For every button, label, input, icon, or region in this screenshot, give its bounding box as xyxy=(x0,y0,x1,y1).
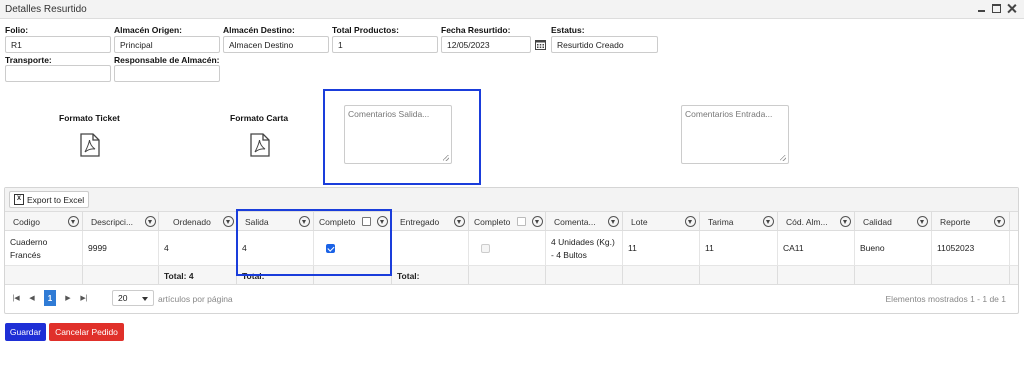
almacen-destino-label: Almacén Destino: xyxy=(223,25,295,35)
column-header-tarima[interactable]: Tarima xyxy=(700,212,778,231)
footer-cell xyxy=(5,266,83,285)
almacen-origen-field[interactable]: Principal xyxy=(114,36,220,53)
calendar-icon[interactable] xyxy=(533,36,547,53)
minimize-icon[interactable] xyxy=(977,4,986,13)
column-header-lote[interactable]: Lote xyxy=(623,212,700,231)
column-header-calidad[interactable]: Calidad xyxy=(855,212,932,231)
total-productos-label: Total Productos: xyxy=(332,25,399,35)
transporte-label: Transporte: xyxy=(5,55,52,65)
pager-summary: Elementos mostrados 1 - 1 de 1 xyxy=(885,294,1006,304)
excel-icon: X xyxy=(14,194,24,205)
filter-icon[interactable] xyxy=(454,216,465,227)
cancelar-pedido-button[interactable]: Cancelar Pedido xyxy=(49,323,124,341)
last-page-icon[interactable]: ▶| xyxy=(78,290,90,306)
total-productos-field[interactable]: 1 xyxy=(332,36,438,53)
almacen-origen-label: Almacén Origen: xyxy=(114,25,183,35)
fecha-resurtido-field[interactable]: 12/05/2023 xyxy=(441,36,531,53)
cell-reporte: 11052023 xyxy=(932,231,1010,266)
per-page-label: artículos por página xyxy=(158,294,233,304)
page-size-select[interactable]: 20 xyxy=(112,290,154,306)
filter-icon[interactable] xyxy=(917,216,928,227)
grid-toolbar: X Export to Excel xyxy=(5,188,1018,212)
footer-cell xyxy=(83,266,159,285)
column-header-codigo[interactable]: Codigo xyxy=(5,212,83,231)
window-titlebar: Detalles Resurtido xyxy=(0,0,1024,19)
footer-cell xyxy=(546,266,623,285)
filter-icon[interactable] xyxy=(685,216,696,227)
cell-lote: 11 xyxy=(623,231,700,266)
maximize-icon[interactable] xyxy=(992,4,1001,13)
formato-ticket-label: Formato Ticket xyxy=(59,113,120,123)
window-controls xyxy=(977,4,1016,13)
folio-label: Folio: xyxy=(5,25,29,35)
estatus-field[interactable]: Resurtido Creado xyxy=(551,36,658,53)
responsable-field[interactable] xyxy=(114,65,220,82)
cell-descripcion: 9999 xyxy=(83,231,159,266)
footer-cell xyxy=(700,266,778,285)
column-header-completo-entrega[interactable]: Completo xyxy=(469,212,546,231)
export-excel-button[interactable]: X Export to Excel xyxy=(9,191,90,208)
cell-codigo: Cuaderno Francés xyxy=(5,231,83,266)
cell-calidad: Bueno xyxy=(855,231,932,266)
footer-cell xyxy=(778,266,855,285)
footer-cell xyxy=(469,266,546,285)
column-header-comentarios[interactable]: Comenta... xyxy=(546,212,623,231)
filter-icon[interactable] xyxy=(68,216,79,227)
pdf-icon[interactable] xyxy=(80,133,100,157)
cell-tarima: 11 xyxy=(700,231,778,266)
responsable-label: Responsable de Almacén: xyxy=(114,55,220,65)
table-row[interactable]: Cuaderno Francés 9999 4 4 4 Unidades (Kg… xyxy=(5,231,1018,266)
first-page-icon[interactable]: |◀ xyxy=(10,290,22,306)
grid-header: Codigo Descripci... Ordenado Salida Comp… xyxy=(5,212,1018,231)
footer-cell xyxy=(932,266,1010,285)
cell-entregado[interactable] xyxy=(392,231,469,266)
cell-comentarios: 4 Unidades (Kg.) - 4 Bultos xyxy=(546,231,623,266)
formato-carta-label: Formato Carta xyxy=(230,113,289,123)
cell-cod-almacen: CA11 xyxy=(778,231,855,266)
chevron-down-icon xyxy=(142,297,148,301)
window-title: Detalles Resurtido xyxy=(5,4,87,15)
pdf-icon[interactable] xyxy=(250,133,270,157)
filter-icon[interactable] xyxy=(840,216,851,227)
cell-completo-entrega xyxy=(469,231,546,266)
column-header-cod-almacen[interactable]: Cód. Alm... xyxy=(778,212,855,231)
footer-cell xyxy=(855,266,932,285)
fecha-resurtido-label: Fecha Resurtido: xyxy=(441,25,511,35)
grid-footer: Total: 4 Total: Total: xyxy=(5,266,1018,285)
column-header-ordenado[interactable]: Ordenado xyxy=(159,212,237,231)
cell-ordenado: 4 xyxy=(159,231,237,266)
filter-icon[interactable] xyxy=(763,216,774,227)
almacen-destino-field[interactable]: Almacen Destino xyxy=(223,36,329,53)
guardar-button[interactable]: Guardar xyxy=(5,323,46,341)
salida-columns-highlight xyxy=(236,209,392,276)
column-header-entregado[interactable]: Entregado xyxy=(392,212,469,231)
filter-icon[interactable] xyxy=(145,216,156,227)
ordenado-total: Total: 4 xyxy=(159,266,237,285)
filter-icon[interactable] xyxy=(608,216,619,227)
prev-page-icon[interactable]: ◀ xyxy=(26,290,38,306)
estatus-label: Estatus: xyxy=(551,25,585,35)
close-icon[interactable] xyxy=(1007,4,1016,13)
completo-entrega-checkbox[interactable] xyxy=(481,244,490,253)
filter-icon[interactable] xyxy=(994,216,1005,227)
products-grid: X Export to Excel Codigo Descripci... Or… xyxy=(4,187,1019,314)
comentarios-entrada-input[interactable]: Comentarios Entrada... xyxy=(681,105,789,164)
filter-icon[interactable] xyxy=(532,216,543,227)
select-all-checkbox[interactable] xyxy=(517,217,526,226)
next-page-icon[interactable]: ▶ xyxy=(62,290,74,306)
export-excel-label: Export to Excel xyxy=(27,194,85,205)
transporte-field[interactable] xyxy=(5,65,111,82)
column-header-descripcion[interactable]: Descripci... xyxy=(83,212,159,231)
folio-field[interactable]: R1 xyxy=(5,36,111,53)
filter-icon[interactable] xyxy=(223,216,234,227)
column-header-reporte[interactable]: Reporte xyxy=(932,212,1010,231)
comentarios-salida-input[interactable]: Comentarios Salida... xyxy=(344,105,452,164)
grid-pager: |◀ ◀ 1 ▶ ▶| 20 artículos por página Elem… xyxy=(5,285,1018,313)
page-number[interactable]: 1 xyxy=(44,290,56,306)
entregado-total: Total: xyxy=(392,266,469,285)
footer-cell xyxy=(623,266,700,285)
